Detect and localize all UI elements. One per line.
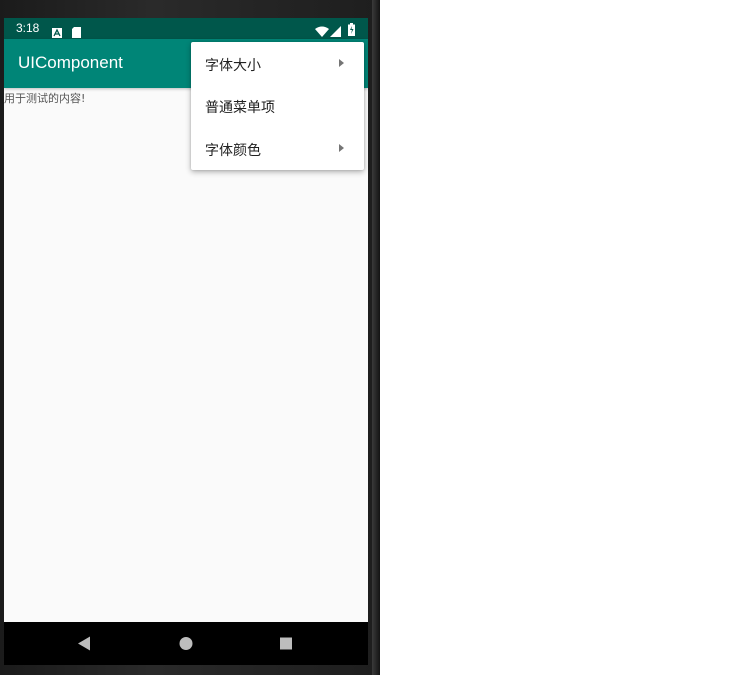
submenu-arrow-icon — [339, 59, 344, 67]
menu-item-font-size[interactable]: 字体大小 — [191, 42, 364, 84]
device-frame-edge — [372, 0, 380, 675]
menu-item-label: 字体颜色 — [205, 143, 261, 159]
menu-item-font-color[interactable]: 字体颜色 — [191, 127, 364, 169]
menu-item-label: 普通菜单项 — [205, 100, 275, 116]
content-text: 用于测试的内容! — [4, 92, 86, 105]
status-time: 3:18 — [16, 21, 40, 35]
emulator-canvas: 3:18 UIComponent 用于测试的内容! 字体大小 普通菜单项 字体颜… — [0, 0, 746, 675]
menu-item-label: 字体大小 — [205, 58, 261, 74]
overflow-popup-menu: 字体大小 普通菜单项 字体颜色 — [191, 42, 364, 170]
recents-icon[interactable] — [272, 622, 300, 665]
app-title: UIComponent — [18, 53, 123, 72]
battery-icon — [348, 21, 355, 40]
submenu-arrow-icon — [339, 144, 344, 152]
back-icon[interactable] — [70, 622, 98, 665]
navigation-bar — [4, 622, 368, 665]
device-screen: 3:18 UIComponent 用于测试的内容! 字体大小 普通菜单项 字体颜… — [4, 18, 368, 665]
menu-item-normal[interactable]: 普通菜单项 — [191, 84, 364, 126]
home-icon[interactable] — [172, 622, 200, 665]
status-bar: 3:18 — [4, 18, 368, 39]
